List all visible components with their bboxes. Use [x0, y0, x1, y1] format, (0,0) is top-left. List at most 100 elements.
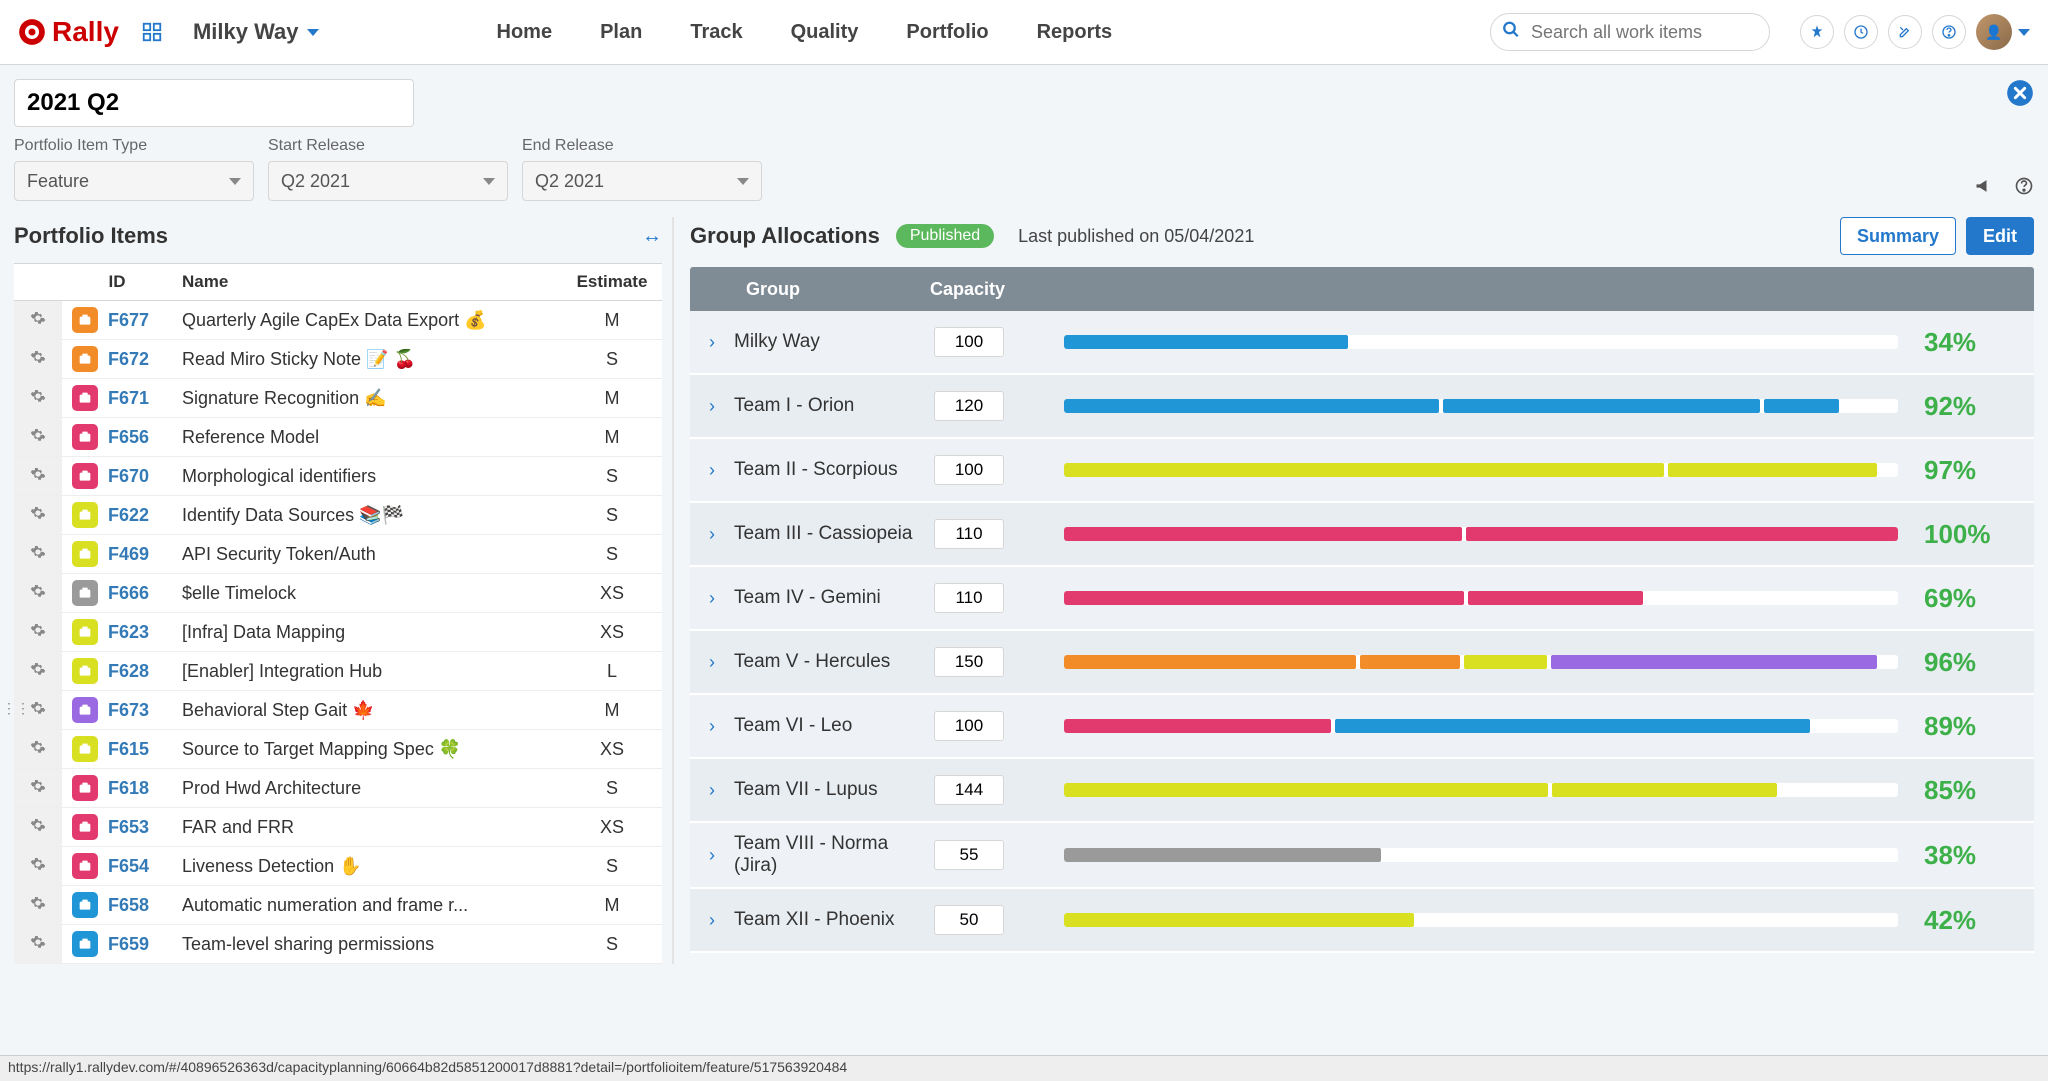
portfolio-item-id-link[interactable]: F677	[108, 310, 149, 331]
gear-icon[interactable]	[30, 310, 46, 330]
expand-row-icon[interactable]: ›	[690, 652, 734, 673]
brand-logo[interactable]: Rally	[18, 16, 119, 48]
tools-button[interactable]	[1888, 15, 1922, 49]
edit-button[interactable]: Edit	[1966, 217, 2034, 255]
portfolio-item-id-link[interactable]: F622	[108, 505, 149, 526]
expand-row-icon[interactable]: ›	[690, 780, 734, 801]
row-gear-cell[interactable]	[14, 457, 62, 496]
gear-icon[interactable]	[30, 778, 46, 798]
gear-icon[interactable]	[30, 739, 46, 759]
table-row[interactable]: F615 Source to Target Mapping Spec 🍀 XS	[14, 730, 662, 769]
expand-row-icon[interactable]: ›	[690, 845, 734, 866]
dropdown-portfolio-item-type[interactable]: Feature	[14, 161, 254, 201]
nav-track[interactable]: Track	[690, 21, 742, 44]
row-gear-cell[interactable]	[14, 847, 62, 886]
table-row[interactable]: F654 Liveness Detection ✋ S	[14, 847, 662, 886]
capacity-input[interactable]	[934, 583, 1004, 613]
row-gear-cell[interactable]	[14, 496, 62, 535]
row-gear-cell[interactable]	[14, 925, 62, 964]
portfolio-item-id-link[interactable]: F469	[108, 544, 149, 565]
dropdown-start-release[interactable]: Q2 2021	[268, 161, 508, 201]
dropdown-end-release[interactable]: Q2 2021	[522, 161, 762, 201]
expand-row-icon[interactable]: ›	[690, 588, 734, 609]
gear-icon[interactable]	[30, 505, 46, 525]
gear-icon[interactable]	[30, 661, 46, 681]
portfolio-item-id-link[interactable]: F658	[108, 895, 149, 916]
table-row[interactable]: F618 Prod Hwd Architecture S	[14, 769, 662, 808]
expand-row-icon[interactable]: ›	[690, 460, 734, 481]
capacity-input[interactable]	[934, 647, 1004, 677]
portfolio-item-id-link[interactable]: F654	[108, 856, 149, 877]
table-row[interactable]: F469 API Security Token/Auth S	[14, 535, 662, 574]
capacity-input[interactable]	[934, 711, 1004, 741]
row-gear-cell[interactable]	[14, 886, 62, 925]
search-input[interactable]	[1490, 13, 1770, 51]
table-row[interactable]: F672 Read Miro Sticky Note 📝 🍒 S	[14, 340, 662, 379]
nav-portfolio[interactable]: Portfolio	[906, 21, 988, 44]
capacity-input[interactable]	[934, 455, 1004, 485]
portfolio-item-id-link[interactable]: F656	[108, 427, 149, 448]
row-gear-cell[interactable]	[14, 535, 62, 574]
gear-icon[interactable]	[30, 895, 46, 915]
table-row[interactable]: ⋮⋮ F673 Behavioral Step Gait 🍁 M	[14, 691, 662, 730]
capacity-input[interactable]	[934, 327, 1004, 357]
table-row[interactable]: F666 $elle Timelock XS	[14, 574, 662, 613]
col-id[interactable]: ID	[62, 264, 172, 301]
portfolio-item-id-link[interactable]: F672	[108, 349, 149, 370]
workspace-switcher-icon[interactable]	[137, 17, 167, 47]
expand-panel-icon[interactable]: ↔	[642, 225, 662, 248]
summary-button[interactable]: Summary	[1840, 217, 1956, 255]
portfolio-item-id-link[interactable]: F659	[108, 934, 149, 955]
expand-row-icon[interactable]: ›	[690, 716, 734, 737]
row-gear-cell[interactable]	[14, 379, 62, 418]
gear-icon[interactable]	[30, 817, 46, 837]
row-gear-cell[interactable]	[14, 574, 62, 613]
row-gear-cell[interactable]	[14, 808, 62, 847]
row-gear-cell[interactable]	[14, 301, 62, 340]
expand-row-icon[interactable]: ›	[690, 524, 734, 545]
history-button[interactable]	[1844, 15, 1878, 49]
capacity-input[interactable]	[934, 775, 1004, 805]
table-row[interactable]: F628 [Enabler] Integration Hub L	[14, 652, 662, 691]
capacity-input[interactable]	[934, 519, 1004, 549]
drag-handle-icon[interactable]: ⋮⋮	[14, 700, 30, 717]
table-row[interactable]: F622 Identify Data Sources 📚🏁 S	[14, 496, 662, 535]
row-gear-cell[interactable]	[14, 340, 62, 379]
gear-icon[interactable]	[30, 427, 46, 447]
gear-icon[interactable]	[30, 349, 46, 369]
portfolio-item-id-link[interactable]: F673	[108, 700, 149, 721]
nav-quality[interactable]: Quality	[791, 21, 859, 44]
nav-plan[interactable]: Plan	[600, 21, 642, 44]
table-row[interactable]: F623 [Infra] Data Mapping XS	[14, 613, 662, 652]
row-gear-cell[interactable]	[14, 418, 62, 457]
capacity-input[interactable]	[934, 840, 1004, 870]
nav-reports[interactable]: Reports	[1037, 21, 1113, 44]
close-icon[interactable]	[2006, 79, 2034, 112]
portfolio-item-id-link[interactable]: F666	[108, 583, 149, 604]
table-row[interactable]: F653 FAR and FRR XS	[14, 808, 662, 847]
gear-icon[interactable]	[30, 466, 46, 486]
col-name[interactable]: Name	[172, 264, 562, 301]
table-row[interactable]: F671 Signature Recognition ✍️ M	[14, 379, 662, 418]
capacity-input[interactable]	[934, 391, 1004, 421]
expand-row-icon[interactable]: ›	[690, 910, 734, 931]
row-gear-cell[interactable]	[14, 730, 62, 769]
gear-icon[interactable]	[30, 934, 46, 954]
portfolio-item-id-link[interactable]: F653	[108, 817, 149, 838]
capacity-input[interactable]	[934, 905, 1004, 935]
row-gear-cell[interactable]	[14, 769, 62, 808]
gear-icon[interactable]	[30, 856, 46, 876]
gear-icon[interactable]	[30, 544, 46, 564]
gear-icon[interactable]	[30, 622, 46, 642]
row-gear-cell[interactable]	[14, 652, 62, 691]
gear-icon[interactable]	[30, 700, 46, 720]
portfolio-item-id-link[interactable]: F618	[108, 778, 149, 799]
help-button[interactable]	[1932, 15, 1966, 49]
plan-title-input[interactable]	[14, 79, 414, 127]
nav-home[interactable]: Home	[497, 21, 553, 44]
expand-row-icon[interactable]: ›	[690, 332, 734, 353]
table-row[interactable]: F677 Quarterly Agile CapEx Data Export 💰…	[14, 301, 662, 340]
table-row[interactable]: F670 Morphological identifiers S	[14, 457, 662, 496]
project-picker[interactable]: Milky Way	[193, 19, 319, 45]
row-gear-cell[interactable]	[14, 613, 62, 652]
